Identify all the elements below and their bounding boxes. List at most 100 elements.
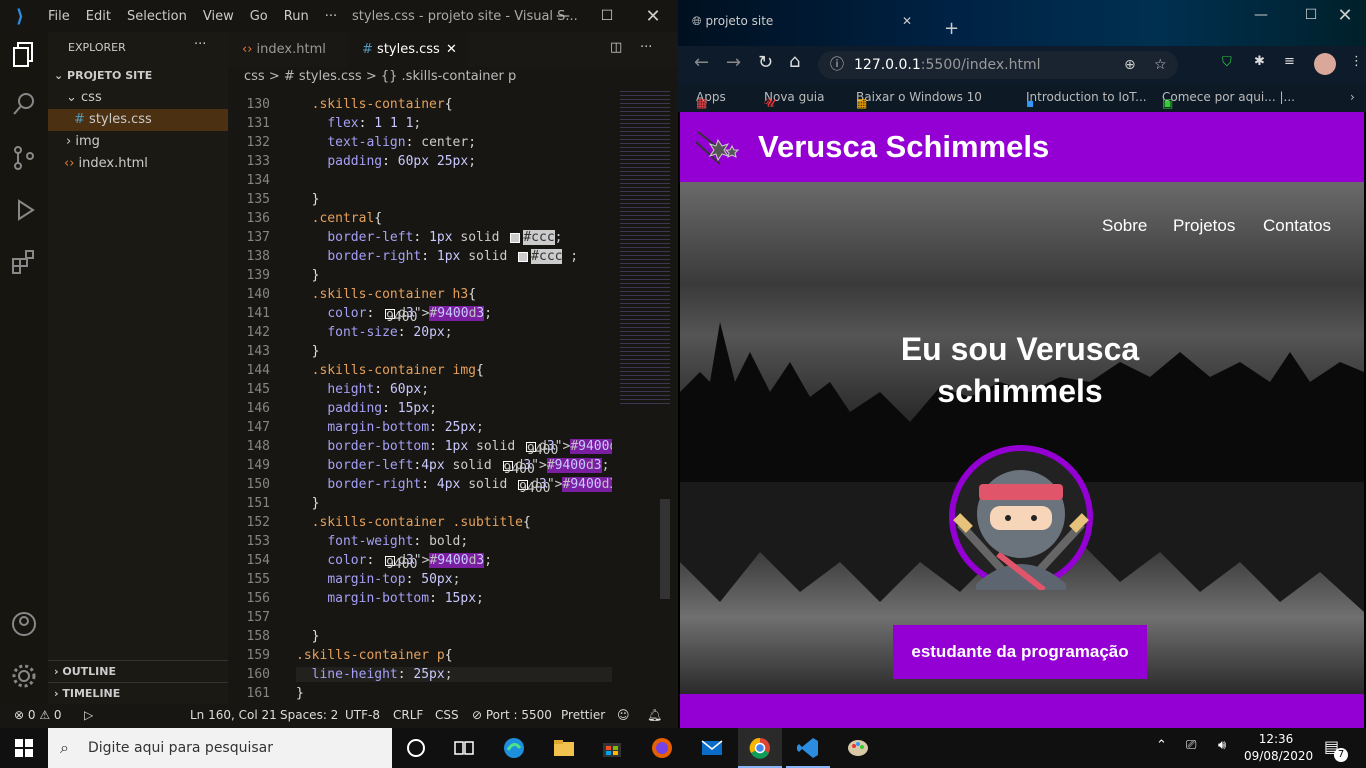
breadcrumb-styles[interactable]: # styles.css [284, 69, 362, 84]
task-view-icon[interactable] [452, 736, 476, 760]
outline-section[interactable]: › OUTLINE [48, 660, 228, 682]
file-index-html[interactable]: ‹› index.html [48, 153, 228, 175]
code-line[interactable]: .skills-container img{ [296, 363, 484, 378]
menu-run[interactable]: Run [276, 9, 317, 24]
code-line[interactable]: .skills-container h3{ [296, 287, 476, 302]
prettier-status[interactable]: Prettier [561, 708, 605, 722]
cta-button[interactable]: estudante da programação [893, 625, 1147, 679]
chrome-minimize-icon[interactable]: — [1238, 0, 1284, 30]
bookmarks-overflow-icon[interactable]: › [1350, 90, 1355, 104]
indentation[interactable]: Spaces: 2 [280, 708, 338, 722]
editor-more-icon[interactable]: ··· [640, 40, 652, 55]
account-icon[interactable] [10, 610, 38, 638]
chrome-taskbar-item[interactable] [738, 728, 782, 768]
volume-icon[interactable]: 🔊︎ [1218, 738, 1226, 753]
bookmark-apps[interactable]: ▦ Apps [696, 90, 726, 110]
paint-icon[interactable] [846, 736, 870, 760]
encoding[interactable]: UTF-8 [345, 708, 380, 722]
address-bar[interactable]: ⓘ 127.0.0.1:5500/index.html ⊕ ☆ [818, 51, 1178, 79]
code-line[interactable]: border-right: 4px solid 9400d3">#9400d3; [296, 477, 612, 496]
code-line[interactable]: border-left:4px solid 9400d3">#9400d3; [296, 458, 609, 477]
code-line[interactable]: .skills-container p{ [296, 648, 453, 663]
tab-styles-css[interactable]: # styles.css ✕ [348, 32, 468, 67]
breadcrumb-css[interactable]: css [228, 69, 265, 84]
close-icon[interactable]: ✕ [630, 0, 676, 32]
bookmark-nova-guia[interactable]: 𝓤 Nova guia [764, 90, 825, 110]
tab-close-icon[interactable]: ✕ [446, 32, 457, 67]
code-line[interactable]: margin-bottom: 15px; [296, 591, 484, 606]
menu-file[interactable]: File [40, 9, 78, 24]
code-editor[interactable]: 130 .skills-container{131 flex: 1 1 1; 13… [228, 87, 612, 704]
live-server-port[interactable]: ⊘ Port : 5500 [472, 708, 552, 722]
tray-chevron-icon[interactable]: ⌃ [1156, 738, 1167, 753]
code-line[interactable]: text-align: center; [296, 135, 476, 150]
breadcrumb-selector[interactable]: {} .skills-container p [381, 69, 516, 84]
site-brand[interactable]: Verusca Schimmels [758, 129, 1049, 165]
tab-index-html[interactable]: ‹› index.html [228, 32, 348, 67]
code-line[interactable]: color: 9400d3">#9400d3; [296, 306, 492, 325]
browser-tab[interactable]: 🌐︎ projeto site ✕ [692, 14, 932, 46]
menu-view[interactable]: View [195, 9, 242, 24]
search-icon[interactable] [10, 90, 38, 118]
menu-more[interactable]: ··· [317, 9, 345, 24]
code-line[interactable]: } [296, 686, 304, 701]
file-explorer-icon[interactable] [552, 736, 576, 760]
code-line[interactable]: } [296, 629, 320, 644]
chrome-menu-icon[interactable]: ⋮ [1350, 54, 1363, 69]
back-icon[interactable]: ← [694, 52, 709, 73]
profile-avatar[interactable] [1314, 53, 1336, 75]
notifications-bell-icon[interactable]: 🔔︎ [647, 708, 662, 722]
line-ending[interactable]: CRLF [393, 708, 423, 722]
extension-shield-icon[interactable]: ⛉ [1222, 55, 1232, 70]
bookmark-star-icon[interactable]: ☆ [1154, 51, 1167, 79]
code-line[interactable]: line-height: 25px; [296, 667, 612, 682]
code-line[interactable]: .skills-container{ [296, 97, 453, 112]
code-line[interactable]: color: 9400d3">#9400d3; [296, 553, 492, 572]
split-editor-icon[interactable]: ◫ [610, 40, 622, 55]
cortana-icon[interactable] [404, 736, 428, 760]
code-line[interactable]: margin-bottom: 25px; [296, 420, 484, 435]
language-mode[interactable]: CSS [435, 708, 459, 722]
code-line[interactable]: margin-top: 50px; [296, 572, 460, 587]
code-line[interactable]: } [296, 192, 320, 207]
maximize-icon[interactable]: ☐ [584, 0, 630, 32]
forward-icon[interactable]: → [726, 52, 741, 73]
cursor-position[interactable]: Ln 160, Col 21 [190, 708, 277, 722]
home-icon[interactable]: ⌂ [789, 51, 800, 72]
run-debug-icon[interactable] [10, 196, 38, 224]
store-icon[interactable] [600, 736, 624, 760]
code-line[interactable]: } [296, 268, 320, 283]
zoom-icon[interactable]: ⊕ [1124, 51, 1136, 79]
menu-edit[interactable]: Edit [78, 9, 119, 24]
timeline-section[interactable]: › TIMELINE [48, 682, 228, 704]
clock[interactable]: 12:36 09/08/2020 [1244, 731, 1313, 765]
code-line[interactable]: } [296, 344, 320, 359]
mail-icon[interactable] [700, 736, 724, 760]
code-line[interactable]: border-left: 1px solid #ccc; [296, 230, 562, 245]
code-line[interactable]: .skills-container .subtitle{ [296, 515, 531, 530]
source-control-icon[interactable] [10, 144, 38, 172]
tab-close-icon[interactable]: ✕ [902, 14, 912, 28]
code-line[interactable]: padding: 60px 25px; [296, 154, 476, 169]
project-folder[interactable]: ⌄ PROJETO SITE [48, 65, 228, 87]
chrome-close-icon[interactable]: ✕ [1322, 0, 1366, 30]
code-line[interactable]: flex: 1 1 1; [296, 116, 421, 131]
menu-selection[interactable]: Selection [119, 9, 195, 24]
more-actions-icon[interactable]: ··· [194, 37, 206, 52]
explorer-icon[interactable] [10, 40, 38, 68]
new-tab-icon[interactable]: + [944, 18, 959, 39]
menu-go[interactable]: Go [242, 9, 276, 24]
code-line[interactable]: border-right: 1px solid #ccc ; [296, 249, 578, 264]
info-icon[interactable]: ⓘ [830, 51, 844, 79]
reload-icon[interactable]: ↻ [758, 52, 773, 73]
edge-icon[interactable] [502, 736, 526, 760]
firefox-icon[interactable] [650, 736, 674, 760]
feedback-icon[interactable]: ☺ [617, 708, 630, 722]
extensions-icon[interactable] [10, 248, 38, 276]
settings-gear-icon[interactable] [10, 662, 38, 690]
network-icon[interactable]: ⎚ [1186, 738, 1196, 753]
code-line[interactable]: font-size: 20px; [296, 325, 452, 340]
nav-contatos[interactable]: Contatos [1263, 216, 1331, 236]
nav-sobre[interactable]: Sobre [1102, 216, 1147, 236]
code-line[interactable]: height: 60px; [296, 382, 429, 397]
